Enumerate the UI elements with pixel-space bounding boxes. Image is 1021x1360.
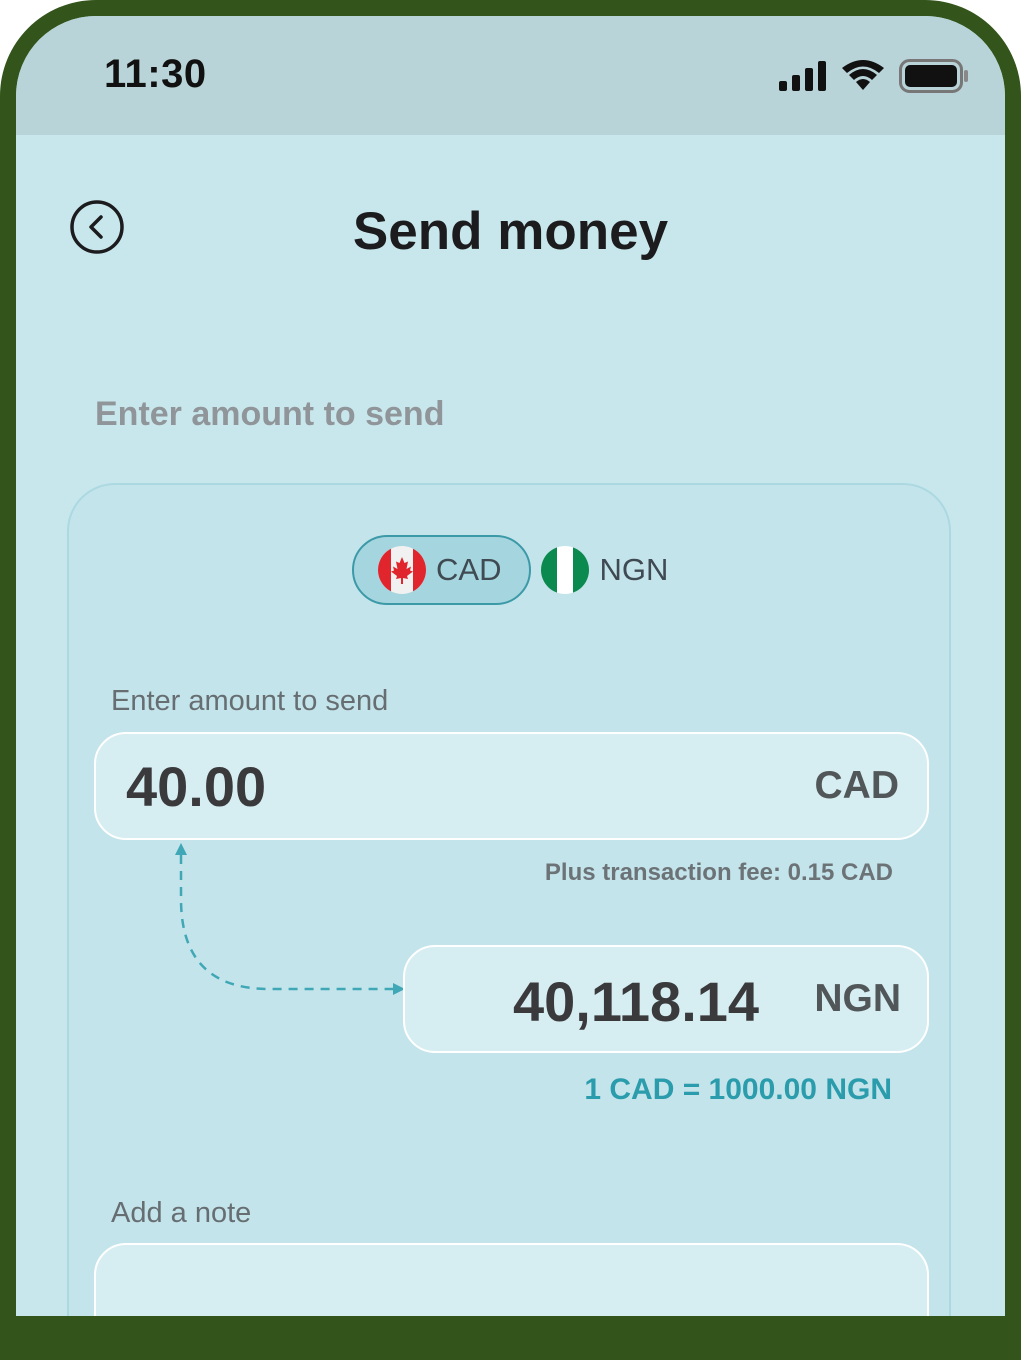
screen: 11:30 Send money Enter amount to send CA… <box>16 16 1005 1316</box>
amount-value: 40.00 <box>126 755 267 818</box>
amount-field-label: Enter amount to send <box>111 685 389 717</box>
amount-input[interactable]: 40.00 CAD <box>94 732 929 840</box>
note-field-label: Add a note <box>111 1197 252 1229</box>
section-label: Enter amount to send <box>95 395 445 433</box>
currency-option-ngn[interactable]: NGN <box>541 535 694 605</box>
converted-value: 40,118.14 <box>513 970 760 1033</box>
amount-currency: CAD <box>814 764 900 807</box>
note-input[interactable] <box>94 1243 929 1316</box>
currency-code: NGN <box>599 552 669 587</box>
send-card: CAD NGN Enter amount to send 40.00 CAD P… <box>67 483 951 1316</box>
currency-toggle: CAD NGN <box>352 535 694 605</box>
nigeria-flag-icon <box>541 546 590 594</box>
converted-amount: 40,118.14 NGN <box>403 945 929 1053</box>
phone-frame: 11:30 Send money Enter amount to send CA… <box>0 0 1021 1360</box>
canada-flag-icon <box>378 546 426 594</box>
currency-code: CAD <box>436 552 502 587</box>
page-title: Send money <box>352 202 669 261</box>
battery-icon <box>899 59 968 93</box>
conversion-connector <box>175 843 405 995</box>
wifi-icon <box>842 60 884 90</box>
signal-icon <box>779 61 826 91</box>
status-bar: 11:30 <box>16 16 1005 135</box>
converted-currency: NGN <box>814 977 901 1020</box>
status-time: 11:30 <box>104 52 207 96</box>
status-icons <box>779 56 969 96</box>
currency-option-cad[interactable]: CAD <box>352 535 532 605</box>
exchange-rate: 1 CAD = 1000.00 NGN <box>584 1073 892 1106</box>
fee-text: Plus transaction fee: 0.15 CAD <box>544 859 893 886</box>
